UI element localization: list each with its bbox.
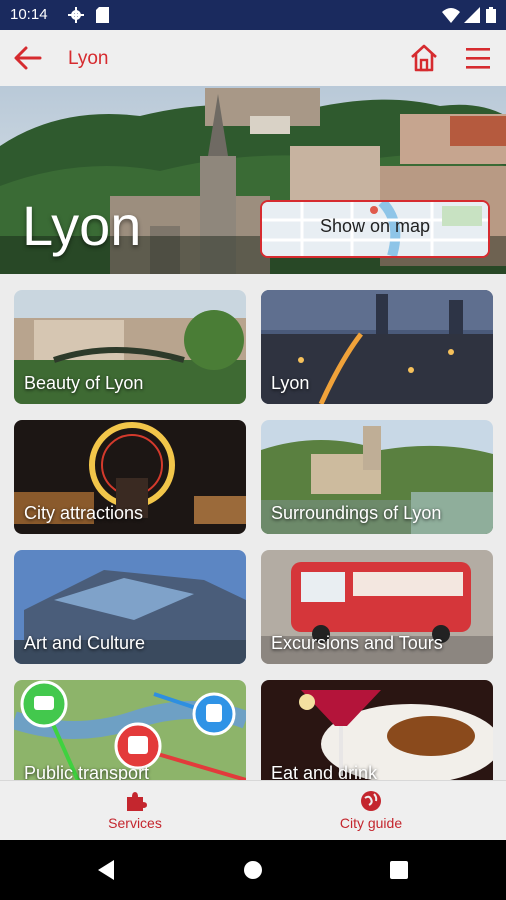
- status-time: 10:14: [10, 6, 48, 23]
- nav-label-city-guide: City guide: [339, 815, 403, 831]
- wifi-icon: [442, 8, 460, 23]
- puzzle-piece-icon: [127, 792, 147, 811]
- category-card-excursions-and-tours[interactable]: Excursions and Tours: [261, 550, 493, 664]
- hero-banner: Lyon Show on map: [0, 86, 506, 274]
- category-label: City attractions: [24, 503, 144, 523]
- home-circle-icon[interactable]: [243, 860, 263, 880]
- category-label: Lyon: [271, 373, 310, 393]
- hamburger-menu-icon[interactable]: [462, 42, 494, 74]
- category-card-public-transport[interactable]: Public transport: [14, 680, 246, 780]
- nav-item-services[interactable]: Services: [55, 789, 215, 831]
- bottom-navigation: Services City guide: [0, 780, 506, 841]
- system-navigation-bar: [0, 840, 506, 900]
- category-card-art-and-culture[interactable]: Art and Culture: [14, 550, 246, 664]
- settings-icon: [68, 7, 84, 23]
- nav-label-services: Services: [108, 815, 162, 831]
- home-icon[interactable]: [408, 42, 440, 74]
- category-label: Excursions and Tours: [271, 633, 443, 653]
- category-grid: Beauty of Lyon Lyon City attractions Sur…: [0, 274, 506, 780]
- category-card-lyon[interactable]: Lyon: [261, 290, 493, 404]
- status-bar: 10:14: [0, 0, 506, 30]
- hero-city-name: Lyon: [22, 194, 142, 257]
- category-card-surroundings-of-lyon[interactable]: Surroundings of Lyon: [261, 420, 493, 534]
- category-label: Beauty of Lyon: [24, 373, 144, 393]
- category-label: Art and Culture: [24, 633, 146, 653]
- battery-icon: [486, 7, 496, 23]
- back-triangle-icon[interactable]: [96, 860, 116, 880]
- globe-icon: [361, 791, 381, 811]
- sim-card-icon: [96, 7, 109, 23]
- category-label: Public transport: [24, 763, 150, 780]
- app-bar: Lyon: [0, 30, 506, 86]
- category-label: Eat and drink: [271, 763, 378, 780]
- category-label: Surroundings of Lyon: [271, 503, 442, 523]
- recents-square-icon[interactable]: [390, 861, 408, 879]
- nav-item-city-guide[interactable]: City guide: [291, 789, 451, 831]
- signal-icon: [464, 7, 480, 23]
- category-card-beauty-of-lyon[interactable]: Beauty of Lyon: [14, 290, 246, 404]
- show-on-map-button[interactable]: Show on map: [260, 200, 490, 258]
- category-card-city-attractions[interactable]: City attractions: [14, 420, 246, 534]
- show-on-map-label: Show on map: [319, 216, 431, 236]
- category-card-eat-and-drink[interactable]: Eat and drink: [261, 680, 493, 780]
- arrow-left-icon[interactable]: [12, 42, 44, 74]
- page-title: Lyon: [68, 48, 109, 69]
